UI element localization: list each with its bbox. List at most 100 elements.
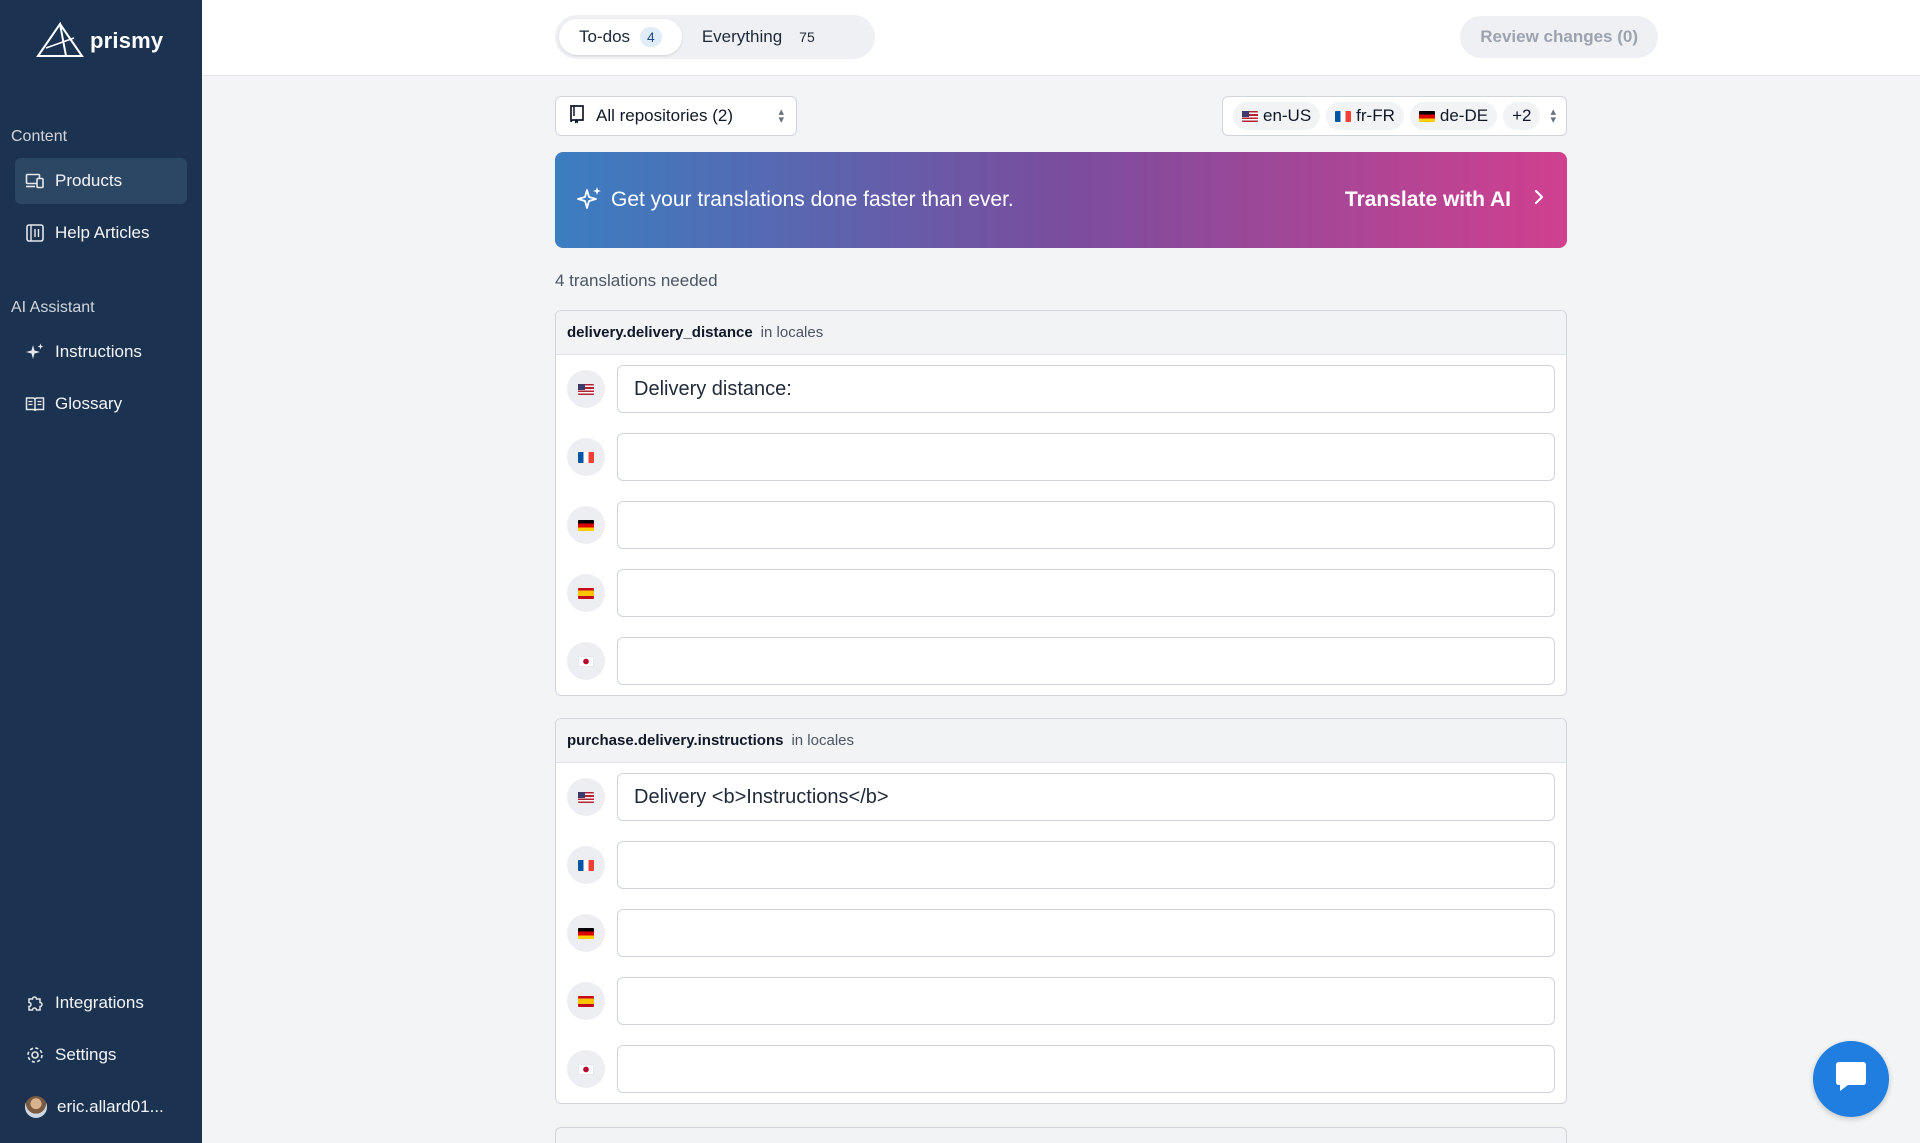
es-flag-icon <box>578 587 594 599</box>
translation-input-es-es[interactable] <box>617 569 1555 617</box>
translation-row-es-es <box>556 967 1566 1035</box>
section-label-ai-assistant: AI Assistant <box>11 299 95 316</box>
book-icon <box>25 223 45 243</box>
sidebar-item-label: Settings <box>55 1045 117 1064</box>
locale-flag <box>567 574 605 612</box>
translation-row-fr-fr <box>556 831 1566 899</box>
prismy-logo-icon <box>36 22 84 57</box>
count-badge: 4 <box>640 27 662 47</box>
sidebar-item-label: Integrations <box>55 993 144 1012</box>
locale-flag <box>567 914 605 952</box>
locale-flag <box>567 1050 605 1088</box>
translation-input-de-de[interactable] <box>617 501 1555 549</box>
translation-row-ja-jp <box>556 1035 1566 1103</box>
translation-input-en-us[interactable] <box>617 773 1555 821</box>
translation-input-en-us[interactable] <box>617 365 1555 413</box>
jp-flag-icon <box>578 1063 594 1075</box>
repository-icon <box>568 104 586 129</box>
sidebar-item-integrations[interactable]: Integrations <box>15 980 187 1026</box>
devices-icon <box>25 171 45 191</box>
sparkles-icon <box>577 185 603 216</box>
translation-row-de-de <box>556 899 1566 967</box>
tab-everything[interactable]: Everything 75 <box>682 19 842 55</box>
open-book-icon <box>25 394 45 414</box>
translation-row-de-de <box>556 491 1566 559</box>
repository-select[interactable]: All repositories (2) ▴ ▾ <box>555 96 797 136</box>
sidebar-item-products[interactable]: Products <box>15 158 187 204</box>
key-context: in locales <box>760 324 824 341</box>
card-header: delivery.delivery_distance in locales <box>556 311 1566 355</box>
translation-input-ja-jp[interactable] <box>617 637 1555 685</box>
locale-chip-en-us: en-US <box>1232 102 1321 130</box>
translations-needed-count: 4 translations needed <box>555 271 718 290</box>
translation-input-es-es[interactable] <box>617 977 1555 1025</box>
logo[interactable]: prismy <box>36 22 163 60</box>
sidebar-item-label: Products <box>55 171 123 190</box>
translation-card-partial <box>555 1127 1567 1143</box>
us-flag-icon <box>578 791 594 803</box>
chevron-up-down-icon: ▴ ▾ <box>778 106 784 126</box>
repository-select-value: All repositories (2) <box>596 106 733 125</box>
avatar <box>25 1096 47 1118</box>
app-name: prismy <box>90 28 164 53</box>
sidebar-item-label: Instructions <box>55 342 142 361</box>
locale-chip-de-de: de-DE <box>1409 102 1498 130</box>
puzzle-icon <box>25 993 45 1013</box>
key-context: in locales <box>791 732 855 749</box>
translation-row-ja-jp <box>556 627 1566 695</box>
tab-label: Everything <box>701 27 783 46</box>
sidebar-item-glossary[interactable]: Glossary <box>15 381 187 427</box>
locale-more-chip: +2 <box>1503 102 1541 130</box>
fr-flag-icon <box>578 859 594 871</box>
locale-code: de-DE <box>1439 106 1489 125</box>
sidebar-item-label: Help Articles <box>55 223 150 242</box>
fr-flag-icon <box>578 451 594 463</box>
sidebar-item-help-articles[interactable]: Help Articles <box>15 210 187 256</box>
gear-icon <box>25 1045 45 1065</box>
sidebar: prismy Content Products Help Articles AI… <box>0 0 202 1143</box>
translation-input-ja-jp[interactable] <box>617 1045 1555 1093</box>
view-toggle: To-dos 4 Everything 75 <box>555 15 875 59</box>
es-flag-icon <box>578 995 594 1007</box>
translation-key: purchase.delivery.instructions <box>567 732 784 749</box>
count-badge: 75 <box>799 29 815 45</box>
us-flag-icon <box>578 383 594 395</box>
de-flag-icon <box>1418 110 1435 122</box>
locale-select[interactable]: en-US fr-FR de-DE +2 ▴ ▾ <box>1221 96 1567 136</box>
sidebar-item-label: Glossary <box>55 394 123 413</box>
banner-text: Get your translations done faster than e… <box>611 188 1014 211</box>
translation-row-en-us <box>556 763 1566 831</box>
locale-flag <box>567 846 605 884</box>
topbar: To-dos 4 Everything 75 Review changes (0… <box>202 0 1920 76</box>
translation-input-fr-fr[interactable] <box>617 841 1555 889</box>
translation-input-fr-fr[interactable] <box>617 433 1555 481</box>
sidebar-item-settings[interactable]: Settings <box>15 1032 187 1078</box>
locale-flag <box>567 778 605 816</box>
ai-banner: Get your translations done faster than e… <box>555 152 1567 248</box>
translation-row-es-es <box>556 559 1566 627</box>
translate-with-ai-button[interactable]: Translate with AI <box>1345 188 1545 212</box>
sparkles-icon <box>25 342 45 362</box>
locale-flag <box>567 438 605 476</box>
chevron-up-down-icon: ▴ ▾ <box>1550 106 1556 126</box>
translation-row-en-us <box>556 355 1566 423</box>
translation-card: delivery.delivery_distance in locales <box>555 310 1567 696</box>
jp-flag-icon <box>578 655 594 667</box>
user-email: eric.allard01... <box>57 1097 164 1116</box>
review-changes-button[interactable]: Review changes (0) <box>1460 16 1658 58</box>
us-flag-icon <box>1241 110 1258 122</box>
tab-label: To-dos <box>579 27 631 46</box>
translation-card: purchase.delivery.instructions in locale… <box>555 718 1567 1104</box>
chat-button[interactable] <box>1813 1041 1889 1117</box>
chat-icon <box>1832 1060 1870 1099</box>
sidebar-item-instructions[interactable]: Instructions <box>15 329 187 375</box>
locale-flag <box>567 982 605 1020</box>
user-menu[interactable]: eric.allard01... <box>15 1084 187 1130</box>
card-header: purchase.delivery.instructions in locale… <box>556 719 1566 763</box>
de-flag-icon <box>578 519 594 531</box>
section-label-content: Content <box>11 128 68 145</box>
translation-input-de-de[interactable] <box>617 909 1555 957</box>
de-flag-icon <box>578 927 594 939</box>
tab-todos[interactable]: To-dos 4 <box>559 19 682 55</box>
banner-cta-label: Translate with AI <box>1344 188 1511 211</box>
